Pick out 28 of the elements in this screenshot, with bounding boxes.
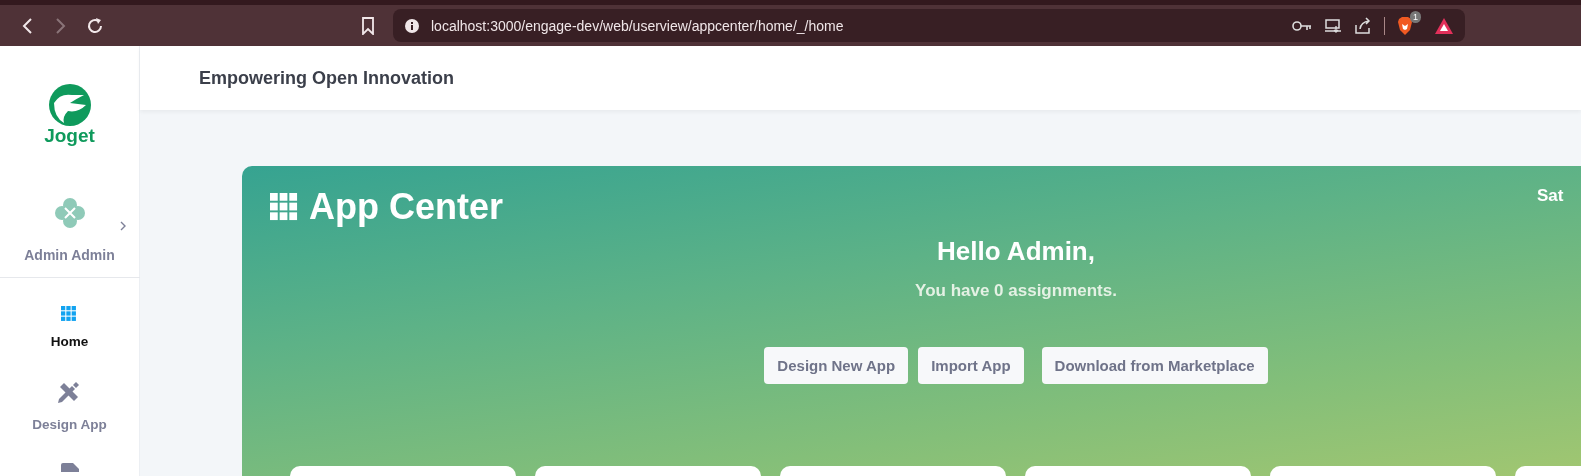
assignment-count: You have 0 assignments. <box>915 281 1117 301</box>
date-text: Sat <box>1537 186 1565 206</box>
greeting: Hello Admin, <box>937 236 1095 267</box>
chevron-right-icon[interactable] <box>119 221 126 231</box>
nav-item[interactable]: Design App <box>32 349 107 432</box>
key-icon[interactable] <box>1292 19 1312 32</box>
logo-icon <box>47 83 92 127</box>
page-title: Empowering Open Innovation <box>199 67 454 89</box>
back-icon[interactable] <box>21 16 33 35</box>
nav-item[interactable]: Home <box>50 278 89 349</box>
tag-icon <box>58 462 81 472</box>
triangle-icon[interactable] <box>1435 17 1453 34</box>
install-icon[interactable] <box>1324 17 1342 34</box>
bookmark-icon[interactable] <box>361 16 375 35</box>
info-icon <box>405 18 419 33</box>
user-name[interactable]: Admin Admin <box>24 247 115 263</box>
logo-text: Joget <box>44 125 95 147</box>
grid-icon <box>270 192 299 222</box>
notification-badge: 1 <box>1410 10 1421 23</box>
banner-title: App Center <box>309 186 503 228</box>
action-button[interactable]: Download from Marketplace <box>1041 347 1268 384</box>
address-bar[interactable]: localhost:3000/engage-dev/web/userview/appcenter/home/_/home 1 <box>393 9 1465 42</box>
reload-icon[interactable] <box>86 16 104 35</box>
lion-shield-icon[interactable] <box>1397 16 1413 35</box>
share-icon[interactable] <box>1354 16 1372 35</box>
action-button[interactable]: Design New App <box>764 347 909 384</box>
grid-icon <box>61 306 78 322</box>
action-button[interactable]: Import App <box>918 347 1024 384</box>
